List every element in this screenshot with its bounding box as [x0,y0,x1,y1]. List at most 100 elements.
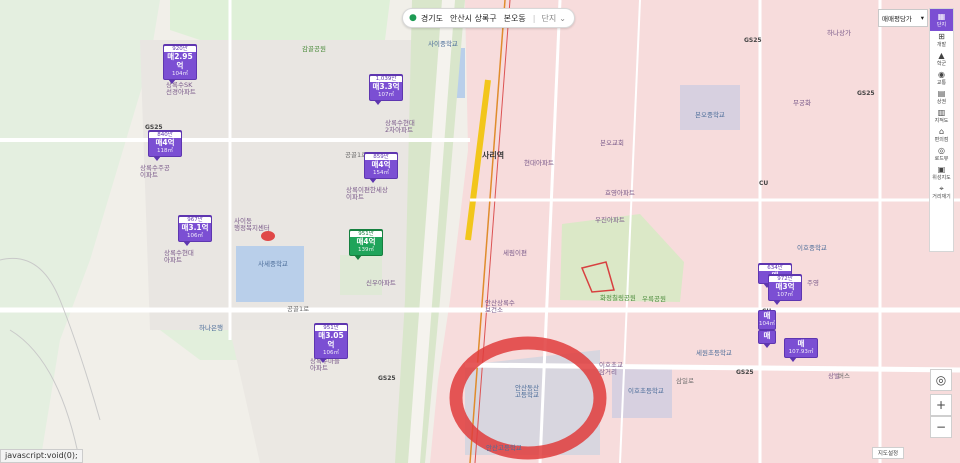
marker-price: 매4억 [371,160,391,170]
marker-area: 107㎡ [378,91,394,98]
apt-label: 무궁화 [793,99,811,107]
dong-label[interactable]: 본오동 [504,13,526,24]
map-canvas[interactable]: 감골공원 사이중학교 상록수SK 선경아파트 상록수현대 2차아파트 상록수주공 이파… [0,0,960,463]
marker-area: 104㎡ [172,70,188,77]
crosshair-icon: ◎ [935,373,947,387]
toolbar-complex-button[interactable]: ▦ 단지 [930,9,953,31]
marker-price: 매 [763,311,771,320]
minus-icon: − [935,420,947,434]
toolbar-store-button[interactable]: ⌂ 편의점 [930,126,953,145]
price-marker[interactable]: 매 [758,330,776,348]
apt-label: 상록수SK 선경아파트 [166,81,196,96]
toolbar-cadastral-button[interactable]: ▥ 지적도 [930,107,953,126]
chevron-down-icon: ▾ [920,14,924,22]
marker-price: 매 [763,331,771,340]
marker-price: 매4억 [155,138,175,148]
apt-label: 상록수현대 아파트 [164,249,194,264]
admin-label: 사이동 행정복지센터 [234,217,270,232]
zoom-in-button[interactable]: + [930,394,952,416]
toolbar-label: 로드뷰 [934,156,949,162]
toolbar-transit-button[interactable]: ◉ 교통 [930,69,953,88]
building-icon: ▤ [937,89,946,98]
toolbar-label: 상권 [936,99,947,105]
school-label: 본오중학교 [695,111,725,119]
marker-area: 139㎡ [358,246,374,253]
price-marker[interactable]: 859만 매4억 154㎡ [364,152,398,184]
park-label: 감골공원 [302,45,326,53]
park-label: 우륵공원 [642,295,666,303]
apt-label: 상록수주공 이파트 [140,164,170,179]
apt-label: 주영 [807,279,819,287]
road-label: 버스 [838,372,850,380]
bank-label: 하나은행 [199,324,223,332]
shop-label: 하나상가 [827,29,851,37]
price-marker[interactable]: 매 107.93㎡ [784,338,818,362]
school-label: 사이중학교 [428,40,458,48]
store-icon: ⌂ [938,127,945,136]
toolbar-roadview-button[interactable]: ◎ 로드뷰 [930,145,953,164]
map-toolbar: ▦ 단지 ⊞ 개발 ▲ 학군 ◉ 교통 ▤ 상권 ▥ 지적도 ⌂ 편의점 ◎ 로드뷰 ▣ 위성지도… [929,8,954,252]
school-label: 안산동산 고등학교 [515,384,539,399]
price-marker[interactable]: 840만 매4억 118㎡ [148,130,182,162]
satellite-icon: ▣ [937,165,946,174]
school-label: 사세중학교 [258,260,288,268]
clinic-label: 안산상록수 보건소 [485,299,515,314]
complex-label[interactable]: 단지 [541,13,556,24]
toolbar-label: 위성지도 [932,175,951,181]
price-marker[interactable]: 972만 매3억 107㎡ [768,274,802,306]
marker-area: 107.93㎡ [788,348,814,355]
location-pin-icon: ● [409,13,417,23]
price-marker[interactable]: 920만 매2.95억 104㎡ [163,44,197,84]
toolbar-label: 거리재기 [932,194,951,200]
map-icon: ▥ [937,108,946,117]
junction-label: 이호초교 삼거리 [599,361,623,376]
marker-area: 107㎡ [777,291,793,298]
location-icon: ◉ [938,70,945,79]
marker-area: 106㎡ [323,349,339,356]
marker-price: 매 [797,339,805,348]
toolbar-label: 지적도 [934,118,949,124]
marker-price: 매4억 [356,237,376,247]
price-marker[interactable]: 951만 매3.05억 106㎡ [314,323,348,363]
price-marker-selected[interactable]: 951만 매4억 139㎡ [349,229,383,261]
locate-me-button[interactable]: ◎ [930,369,952,391]
road-label: 삼일로 [676,377,694,385]
marker-price: 매2.95억 [167,52,193,70]
deal-type-select[interactable]: 매매평당가 ▾ [878,9,928,27]
deal-type-value: 매매평당가 [882,15,912,23]
chevron-down-icon[interactable]: ⌄ [559,14,566,23]
zoom-out-button[interactable]: − [930,416,952,438]
price-marker[interactable]: 967만 매3.1억 106㎡ [178,215,212,247]
divider: | [532,13,536,23]
cu-label: CU [759,180,769,187]
price-marker[interactable]: 1,039만 매3.3억 107㎡ [369,74,403,106]
location-breadcrumb[interactable]: ● 경기도 안산시 상록구 본오동 | 단지 ⌄ [402,8,575,28]
apt-label: 현대아파트 [524,159,554,167]
toolbar-development-button[interactable]: ⊞ 개발 [930,31,953,50]
province-label[interactable]: 경기도 [421,13,443,24]
toolbar-school-button[interactable]: ▲ 학군 [930,50,953,69]
map-base-layer [0,0,960,463]
toolbar-ruler-button[interactable]: ⌖ 거리재기 [930,183,953,202]
ruler-icon: ⌖ [939,184,944,193]
apt-label: 세림이편 [503,249,527,257]
school-label: 세원초등학교 [696,349,732,357]
marker-area: 106㎡ [187,232,203,239]
apartment-icon: ▦ [937,11,946,21]
marker-price: 매3.05억 [318,331,344,349]
map-settings-button[interactable]: 지도설정 [872,447,904,459]
city-label[interactable]: 안산시 상록구 [450,13,497,24]
apt-label: 상록이편한세상 이파트 [346,186,388,201]
toolbar-commerce-button[interactable]: ▤ 상권 [930,88,953,107]
apt-label: 신우아파트 [366,279,396,287]
apt-label: 상록수현대 2차아파트 [385,119,415,134]
gs25-label: GS25 [736,369,754,376]
camera-icon: ◎ [938,146,945,155]
gs25-label: GS25 [378,375,396,382]
marker-price: 매3.1억 [181,223,209,233]
gs25-label: GS25 [744,37,762,44]
toolbar-satellite-button[interactable]: ▣ 위성지도 [930,164,953,183]
station-label: 사리역 [482,151,505,160]
price-marker[interactable]: 매 104㎡ [758,310,776,334]
toolbar-label: 개발 [936,42,947,48]
